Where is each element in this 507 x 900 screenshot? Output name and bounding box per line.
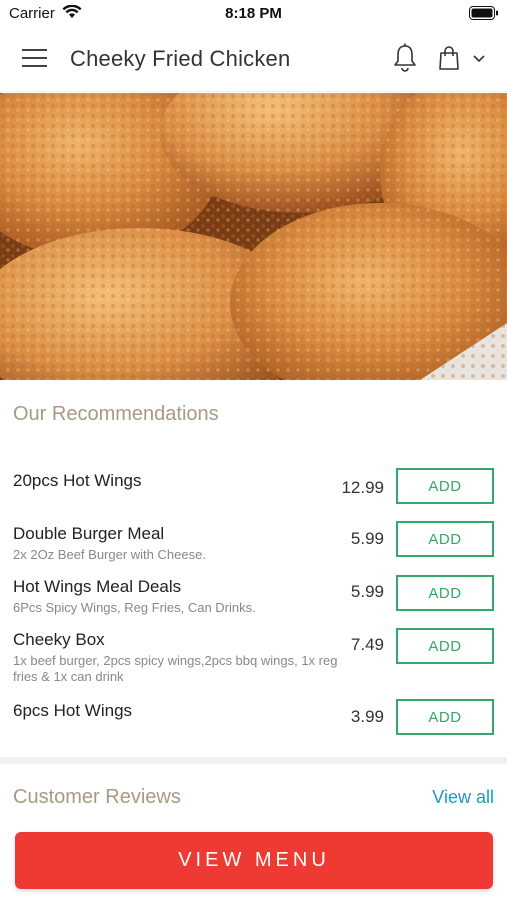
- battery-icon: [469, 6, 498, 20]
- fried-chicken-photo: [0, 93, 507, 380]
- item-description: 6Pcs Spicy Wings, Reg Fries, Can Drinks.: [13, 600, 256, 615]
- item-name: Hot Wings Meal Deals: [13, 577, 182, 596]
- view-menu-button[interactable]: VIEW MENU: [15, 832, 493, 889]
- add-button[interactable]: ADD: [396, 628, 494, 664]
- add-button[interactable]: ADD: [396, 699, 494, 735]
- chevron-down-icon[interactable]: [472, 54, 486, 64]
- app-header: Cheeky Fried Chicken: [0, 26, 507, 92]
- item-price: 5.99: [350, 582, 384, 601]
- view-all-link[interactable]: View all: [432, 787, 494, 808]
- item-description: 1x beef burger, 2pcs spicy wings,2pcs bb…: [13, 653, 338, 684]
- add-button[interactable]: ADD: [396, 521, 494, 557]
- item-name: 6pcs Hot Wings: [13, 701, 133, 720]
- add-button[interactable]: ADD: [396, 575, 494, 611]
- item-price: 12.99: [341, 478, 384, 497]
- menu-icon[interactable]: [22, 48, 48, 68]
- status-bar: Carrier 8:18 PM: [0, 0, 507, 26]
- hero-image-fried-chicken: [0, 93, 507, 380]
- page-title: Cheeky Fried Chicken: [70, 46, 291, 71]
- item-price: 5.99: [350, 529, 384, 548]
- shopping-bag-icon[interactable]: [438, 45, 460, 71]
- reviews-title: Customer Reviews: [13, 786, 181, 808]
- item-description: 2x 2Oz Beef Burger with Cheese.: [13, 547, 206, 562]
- item-price: 7.49: [350, 635, 384, 654]
- bell-icon[interactable]: [392, 43, 418, 73]
- item-name: Cheeky Box: [13, 630, 105, 649]
- recommendations-title: Our Recommendations: [13, 403, 219, 425]
- item-name: 20pcs Hot Wings: [13, 471, 142, 490]
- status-time: 8:18 PM: [225, 5, 282, 22]
- add-button[interactable]: ADD: [396, 468, 494, 504]
- item-name: Double Burger Meal: [13, 524, 165, 543]
- section-divider: [0, 757, 507, 764]
- item-price: 3.99: [350, 707, 384, 726]
